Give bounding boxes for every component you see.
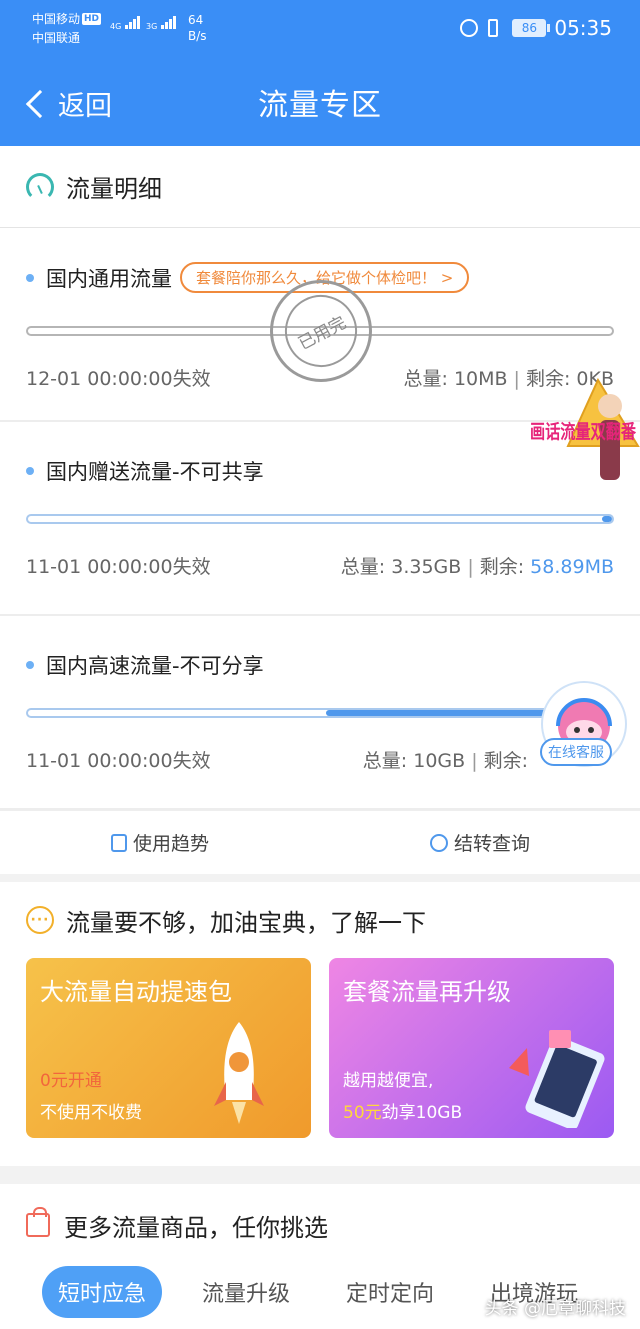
tab-scheduled[interactable]: 定时定向 [330, 1266, 450, 1318]
promo-card-plan-upgrade[interactable]: 套餐流量再升级 越用越便宜, 50元劲享10GB [329, 958, 614, 1138]
usage-totals: 总量: 10GB | 剩余: [363, 746, 528, 773]
divider: | [467, 556, 474, 578]
remain-amount: 58.89MB [530, 556, 614, 578]
promo-price: 50元 [343, 1103, 382, 1123]
remain-label: 剩余: [479, 556, 525, 578]
phone-illustration-icon [509, 1030, 605, 1128]
usage-item-name: 国内通用流量 [46, 266, 172, 291]
usage-trend-label: 使用趋势 [132, 833, 209, 855]
usage-item-title: 国内赠送流量-不可共享 [26, 456, 264, 486]
promo-card-speed-pack[interactable]: 大流量自动提速包 0元开通 不使用不收费 [26, 958, 311, 1138]
bullet-dot [26, 273, 34, 282]
float-ad-banner[interactable]: 画话流量双翻番 [528, 376, 640, 488]
alarm-icon [460, 19, 479, 37]
promo-line2: 不使用不收费 [40, 1103, 142, 1123]
usage-totals: 总量: 3.35GB | 剩余: 58.89MB [341, 552, 614, 579]
promo-line1: 0元开通 [40, 1071, 102, 1091]
promo-title: 套餐流量再升级 [343, 978, 511, 1006]
status-bar: 中国移动 HD 中国联通 4G 3G 64 B/s 86 05:35 [0, 0, 640, 56]
bullet-dot [26, 661, 34, 669]
network-speed: 64 B/s [188, 12, 207, 44]
network-type-1: 4G [110, 22, 122, 31]
total-amount: 总量: 3.35GB [340, 556, 462, 578]
carryover-query-button[interactable]: 结转查询 [320, 811, 640, 874]
shopping-bag-icon [26, 1207, 50, 1237]
speed-value: 64 [188, 13, 204, 27]
bullet-dot [26, 467, 34, 475]
expire-date: 11-01 00:00:00失效 [26, 556, 211, 578]
float-ad-text: 画话流量双翻番 [530, 420, 637, 443]
signal-icon-1: 4G [110, 16, 140, 31]
promo-line2-rest: 劲享10GB [381, 1103, 463, 1123]
promo-line2: 50元劲享10GB [343, 1098, 462, 1123]
usage-actions: 使用趋势 结转查询 [0, 810, 640, 874]
total-amount: 总量: 10MB [403, 368, 508, 390]
page-title: 流量专区 [258, 88, 382, 123]
promo-heading: ··· 流量要不够，加油宝典，了解一下 [0, 882, 640, 958]
usage-heading: 流量明细 [0, 146, 640, 228]
usage-progress-fill [602, 516, 612, 522]
signal-icon-2: 3G [146, 16, 176, 31]
usage-progress-bar [26, 514, 614, 524]
girl-face [598, 394, 622, 418]
speed-unit: B/s [188, 29, 207, 43]
promo-line1: 越用越便宜, [343, 1071, 434, 1091]
used-up-stamp: 已用完 [270, 280, 372, 382]
total-amount: 总量: 10GB [362, 750, 466, 772]
rocket-icon [214, 1022, 264, 1124]
online-service-button[interactable]: 在线客服 [540, 738, 612, 766]
vibrate-icon [488, 19, 499, 37]
promo-cards: 大流量自动提速包 0元开通 不使用不收费 套餐流量再升级 越用越便宜, 50元劲… [0, 958, 640, 1138]
tab-upgrade[interactable]: 流量升级 [186, 1266, 306, 1318]
usage-item-title: 国内高速流量-不可分享 [26, 650, 264, 680]
remain-label: 剩余: [483, 750, 528, 772]
promo-heading-text: 流量要不够，加油宝典，了解一下 [66, 908, 426, 937]
clock: 05:35 [554, 16, 612, 40]
more-heading: 更多流量商品，任你挑选 [0, 1184, 640, 1266]
expire-date: 11-01 00:00:00失效 [26, 750, 211, 772]
carryover-query-label: 结转查询 [453, 833, 530, 855]
promo-title: 大流量自动提速包 [40, 978, 232, 1006]
network-type-2: 3G [146, 22, 158, 31]
usage-heading-text: 流量明细 [66, 175, 162, 203]
usage-item-name: 国内赠送流量-不可共享 [46, 460, 264, 484]
gauge-icon [26, 172, 54, 201]
carrier-2: 中国联通 [32, 31, 81, 45]
top-bar: 中国移动 HD 中国联通 4G 3G 64 B/s 86 05:35 返回 流量专… [0, 0, 640, 146]
tab-short-term[interactable]: 短时应急 [42, 1266, 163, 1318]
hd-badge: HD [82, 13, 102, 25]
more-dots-icon: ··· [26, 906, 54, 934]
more-heading-text: 更多流量商品，任你挑选 [64, 1213, 328, 1242]
stamp-text: 已用完 [272, 282, 370, 380]
usage-item-title: 国内通用流量 套餐陪你那么久，给它做个体检吧！ > [26, 262, 470, 293]
carrier-info: 中国移动 HD 中国联通 [32, 10, 102, 48]
watermark: 头条 @厄章聊科技 [484, 1299, 626, 1319]
usage-item-name: 国内高速流量-不可分享 [46, 654, 264, 678]
refresh-icon [429, 833, 448, 852]
usage-trend-button[interactable]: 使用趋势 [0, 811, 320, 874]
battery-icon: 86 [512, 19, 551, 37]
promo-section: ··· 流量要不够，加油宝典，了解一下 大流量自动提速包 0元开通 不使用不收费… [0, 882, 640, 1166]
carrier-1: 中国移动 [32, 12, 81, 26]
divider: | [513, 368, 520, 390]
divider: | [471, 750, 478, 772]
trend-chart-icon [110, 833, 127, 852]
usage-progress-bar [26, 708, 614, 718]
expire-date: 12-01 00:00:00失效 [26, 368, 211, 390]
status-right: 86 05:35 [460, 16, 612, 40]
